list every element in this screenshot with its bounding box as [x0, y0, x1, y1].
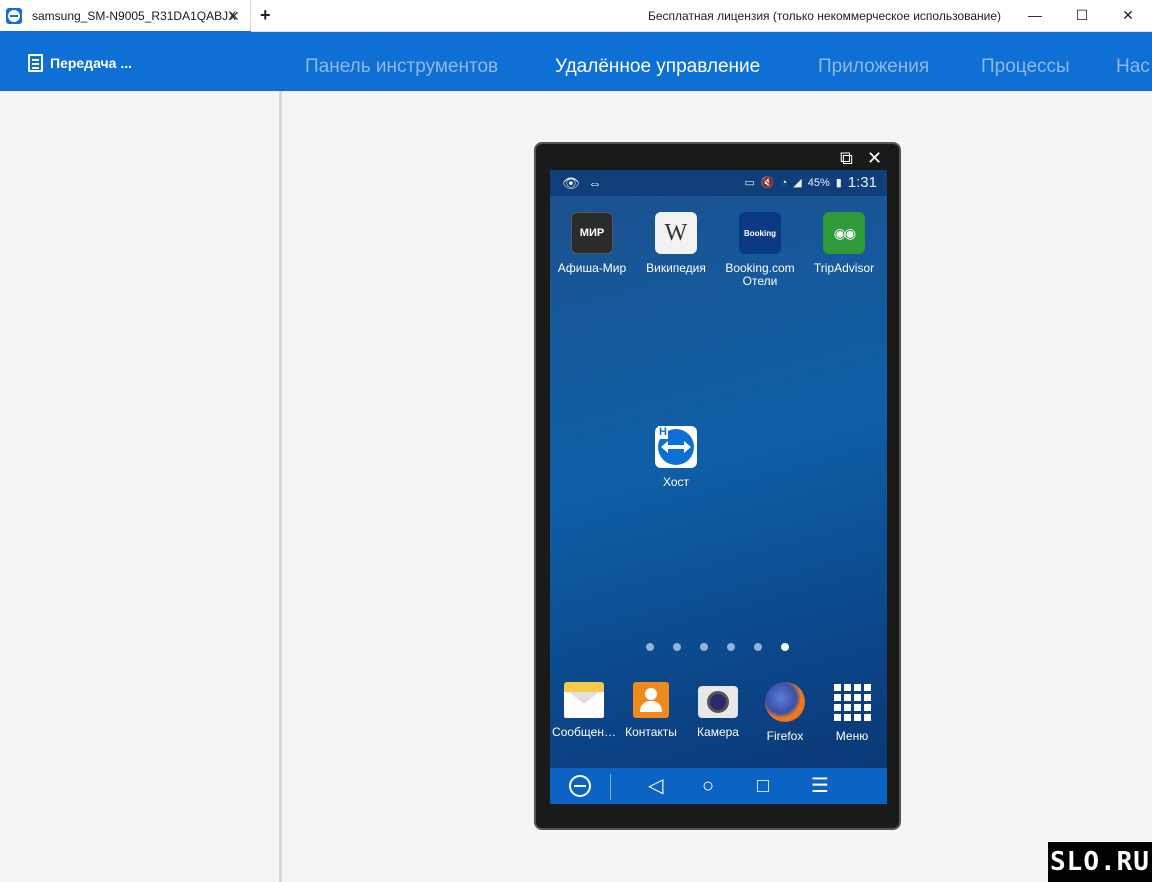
camera-icon: [698, 686, 738, 718]
file-transfer-label: Передача ...: [50, 55, 132, 71]
more-menu-icon[interactable]: ☰: [811, 775, 829, 797]
app-teamviewer-host[interactable]: H Хост: [634, 426, 718, 489]
app-label: Википедия: [646, 261, 706, 275]
signal-icon: ◢: [793, 177, 802, 189]
nav-separator: [610, 774, 611, 800]
popout-icon[interactable]: ⧉: [840, 148, 853, 168]
dock-label: Меню: [835, 729, 869, 743]
messages-icon: [564, 682, 604, 718]
tab-apps[interactable]: Приложения: [818, 56, 929, 78]
maximize-button[interactable]: ☐: [1072, 5, 1092, 25]
device-frame: ⧉ ✕ 👁⇔ ▭ 🔇 ◔ ◢ 45% ▮ 1:31 МИР Афиша-Мир …: [534, 142, 901, 830]
app-booking[interactable]: Booking Booking.com Отели: [718, 212, 802, 288]
page-indicator: [646, 643, 789, 651]
tab-remote-control[interactable]: Удалённое управление: [555, 56, 760, 78]
device-navigation-bar: ◁ ○ □ ☰: [550, 768, 887, 804]
close-tab-icon[interactable]: ✕: [228, 8, 240, 24]
page-dot[interactable]: [673, 643, 681, 651]
device-status-bar: 👁⇔ ▭ 🔇 ◔ ◢ 45% ▮ 1:31: [550, 170, 887, 196]
firefox-icon: [765, 682, 805, 722]
contacts-icon: [633, 682, 669, 718]
page-dot[interactable]: [700, 643, 708, 651]
side-panel: [0, 91, 282, 882]
app-afisha-mir[interactable]: МИР Афиша-Мир: [550, 212, 634, 275]
app-label: Афиша-Мир: [557, 261, 627, 275]
teamviewer-menu-icon[interactable]: [569, 775, 591, 797]
eye-icon: 👁: [562, 175, 588, 191]
mute-icon: 🔇: [760, 177, 775, 189]
file-transfer-button[interactable]: Передача ...: [28, 54, 132, 72]
document-icon: [28, 54, 43, 72]
app-label: Хост: [662, 475, 690, 489]
session-tab-title: samsung_SM-N9005_R31DA1QABJX: [32, 9, 237, 23]
menu-grid-icon: [832, 682, 872, 722]
wifi-icon: ◔: [780, 176, 788, 189]
teamviewer-logo-icon: [6, 8, 22, 24]
app-wikipedia[interactable]: W Википедия: [634, 212, 718, 275]
page-dot[interactable]: [646, 643, 654, 651]
app-tripadvisor[interactable]: ◉◉ TripAdvisor: [802, 212, 886, 275]
watermark-logo: SLO.RU: [1048, 842, 1152, 882]
page-dot[interactable]: [727, 643, 735, 651]
close-device-icon[interactable]: ✕: [867, 148, 882, 168]
recents-icon[interactable]: □: [757, 775, 769, 797]
back-icon[interactable]: ◁: [648, 775, 663, 797]
page-dot-active[interactable]: [781, 643, 789, 651]
tripadvisor-icon: ◉◉: [823, 212, 865, 254]
booking-icon: Booking: [739, 212, 781, 254]
license-text: Бесплатная лицензия (только некоммерческ…: [648, 9, 1002, 23]
tab-dashboard[interactable]: Панель инструментов: [305, 56, 498, 78]
session-tab[interactable]: samsung_SM-N9005_R31DA1QABJX ✕: [0, 0, 251, 33]
tab-processes[interactable]: Процессы: [981, 56, 1070, 78]
new-tab-button[interactable]: +: [260, 6, 271, 24]
battery-icon: ▮: [835, 177, 842, 189]
close-window-button[interactable]: ✕: [1118, 5, 1138, 25]
app-label: Booking.com Отели: [725, 261, 795, 288]
home-icon[interactable]: ○: [702, 775, 714, 797]
device-screen[interactable]: 👁⇔ ▭ 🔇 ◔ ◢ 45% ▮ 1:31 МИР Афиша-Мир W Ви…: [550, 170, 887, 804]
dock-menu[interactable]: Меню: [810, 682, 887, 743]
tab-settings[interactable]: Нас: [1116, 56, 1150, 78]
afisha-mir-icon: МИР: [571, 212, 613, 254]
app-label: TripAdvisor: [813, 261, 875, 275]
battery-percent: 45%: [807, 176, 830, 189]
teamviewer-status-icon: ⇔: [587, 175, 610, 191]
wikipedia-icon: W: [655, 212, 697, 254]
cast-icon: ▭: [744, 177, 755, 189]
main-navigation: Передача ... Панель инструментов Удалённ…: [0, 32, 1152, 91]
minimize-button[interactable]: —: [1025, 5, 1045, 25]
page-dot[interactable]: [754, 643, 762, 651]
clock: 1:31: [847, 174, 877, 191]
title-bar: samsung_SM-N9005_R31DA1QABJX ✕ + Бесплат…: [0, 0, 1152, 33]
teamviewer-host-icon: H: [655, 426, 697, 468]
